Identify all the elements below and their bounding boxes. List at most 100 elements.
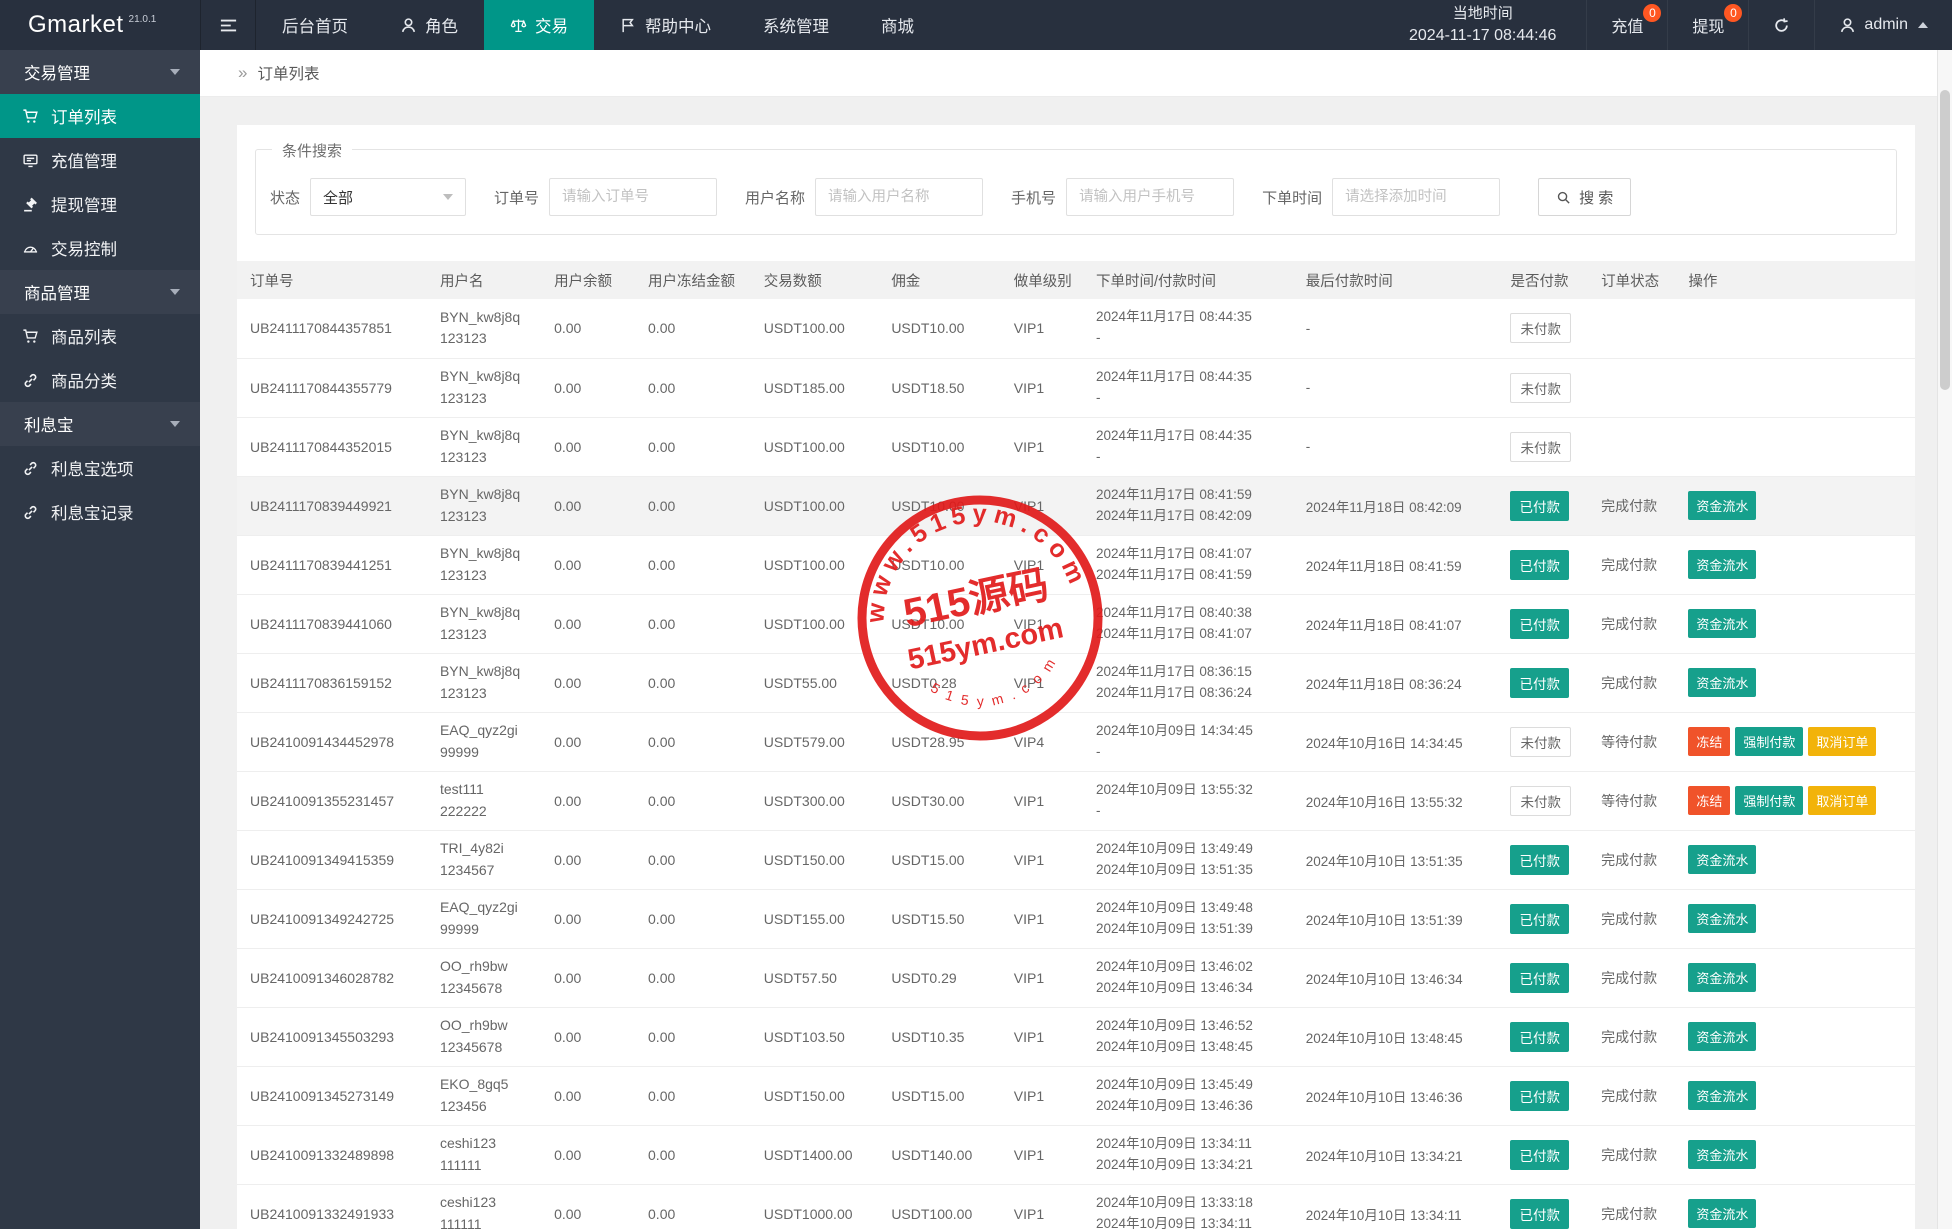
order-time-line: 2024年10月09日 13:45:49 <box>1096 1076 1253 1092</box>
order-time-cell: 2024年11月17日 08:40:38 2024年11月17日 08:41:07 <box>1086 594 1296 654</box>
filter-input-2[interactable] <box>815 178 984 216</box>
order-status-cell <box>1591 358 1679 418</box>
last-pay-time-cell: 2024年10月10日 13:46:34 <box>1295 948 1501 1008</box>
freeze-button[interactable]: 冻结 <box>1688 727 1731 756</box>
username-line: TRI_4y82i <box>439 839 504 856</box>
order-no-cell: UB2410091332489898 <box>237 1125 430 1185</box>
chevron-down-icon <box>170 69 180 75</box>
fund-flow-button[interactable]: 资金流水 <box>1688 845 1757 874</box>
filter-input-4[interactable] <box>1332 178 1501 216</box>
frozen-cell: 0.00 <box>638 889 754 949</box>
last-pay-time-cell: 2024年10月16日 13:55:32 <box>1295 771 1501 831</box>
sidebar-item-8[interactable]: 商品分类 <box>0 358 200 402</box>
sidebar-item-11[interactable]: 利息宝记录 <box>0 490 200 534</box>
table-row: UB2411170844352015 BYN_kw8j8q 123123 0.00 0.… <box>237 417 1915 477</box>
sidebar-toggle-button[interactable] <box>200 0 256 50</box>
scales-icon <box>510 17 527 34</box>
paid-cell: 已付款 <box>1500 1007 1592 1067</box>
cancel-order-button[interactable]: 取消订单 <box>1808 786 1877 815</box>
level-cell: VIP1 <box>1003 1184 1087 1229</box>
order-time-line: 2024年10月09日 13:51:39 <box>1096 920 1253 936</box>
balance-cell: 0.00 <box>544 358 639 418</box>
paid-cell: 已付款 <box>1500 830 1592 890</box>
username-line: 123123 <box>439 566 487 583</box>
level-cell: VIP1 <box>1003 417 1087 477</box>
fund-flow-button[interactable]: 资金流水 <box>1688 609 1757 638</box>
fund-flow-button[interactable]: 资金流水 <box>1688 963 1757 992</box>
withdraw-badge: 0 <box>1724 4 1743 22</box>
fund-flow-button[interactable]: 资金流水 <box>1688 1022 1757 1051</box>
order-no-cell: UB2411170836159152 <box>237 653 430 713</box>
withdraw-button[interactable]: 提现 0 <box>1667 0 1748 50</box>
nav-item-2[interactable]: 角色 <box>374 0 484 50</box>
nav-item-5[interactable]: 系统管理 <box>737 0 855 50</box>
sidebar-group-9[interactable]: 利息宝 <box>0 402 200 446</box>
fund-flow-button[interactable]: 资金流水 <box>1688 491 1757 520</box>
fund-flow-button[interactable]: 资金流水 <box>1688 904 1757 933</box>
username-line: BYN_kw8j8q <box>439 367 521 384</box>
order-status-cell: 等待付款 <box>1591 712 1679 772</box>
username-line: 123123 <box>439 684 487 701</box>
balance-cell: 0.00 <box>544 948 639 1008</box>
order-status-cell: 完成付款 <box>1591 830 1679 890</box>
freeze-button[interactable]: 冻结 <box>1688 786 1731 815</box>
last-pay-time-cell: 2024年11月18日 08:41:59 <box>1295 535 1501 595</box>
unpaid-badge: 未付款 <box>1510 431 1571 462</box>
fund-flow-button[interactable]: 资金流水 <box>1688 1199 1757 1228</box>
fund-flow-button[interactable]: 资金流水 <box>1688 1140 1757 1169</box>
sidebar-item-3[interactable]: 充值管理 <box>0 138 200 182</box>
fund-flow-button[interactable]: 资金流水 <box>1688 668 1757 697</box>
commission-cell: USDT10.00 <box>881 594 1004 654</box>
order-status-cell: 完成付款 <box>1591 948 1679 1008</box>
sidebar-item-4[interactable]: 提现管理 <box>0 182 200 226</box>
nav-item-1[interactable]: 后台首页 <box>256 0 374 50</box>
force-pay-button[interactable]: 强制付款 <box>1735 786 1804 815</box>
order-no-cell: UB2410091355231457 <box>237 771 430 831</box>
recharge-badge: 0 <box>1643 4 1662 22</box>
order-time-line: - <box>1096 743 1101 759</box>
fund-flow-button[interactable]: 资金流水 <box>1688 550 1757 579</box>
unpaid-badge: 未付款 <box>1510 785 1571 816</box>
nav-right: 当地时间 2024-11-17 08:44:46 充值 0 提现 0 admin <box>1379 0 1952 50</box>
status-select[interactable]: 全部 <box>310 178 467 216</box>
sidebar-item-5[interactable]: 交易控制 <box>0 226 200 270</box>
scrollbar-thumb[interactable] <box>1940 90 1950 390</box>
order-status-cell: 完成付款 <box>1591 594 1679 654</box>
paid-badge: 已付款 <box>1510 1198 1569 1229</box>
search-button[interactable]: 搜 索 <box>1538 178 1632 216</box>
force-pay-button[interactable]: 强制付款 <box>1735 727 1804 756</box>
refresh-button[interactable] <box>1748 0 1814 50</box>
recharge-button[interactable]: 充值 0 <box>1586 0 1667 50</box>
order-time-cell: 2024年10月09日 13:46:52 2024年10月09日 13:48:45 <box>1086 1007 1296 1067</box>
vertical-scrollbar[interactable] <box>1937 50 1952 1229</box>
fund-flow-button[interactable]: 资金流水 <box>1688 1081 1757 1110</box>
sidebar-item-label: 商品分类 <box>51 373 117 391</box>
order-time-line: 2024年11月17日 08:41:59 <box>1096 566 1252 582</box>
unpaid-badge: 未付款 <box>1510 372 1571 403</box>
amount-cell: USDT579.00 <box>753 712 882 772</box>
frozen-cell: 0.00 <box>638 1066 754 1126</box>
order-time-line: 2024年10月09日 13:51:35 <box>1096 861 1253 877</box>
balance-cell: 0.00 <box>544 594 639 654</box>
last-pay-time-cell: 2024年10月16日 14:34:45 <box>1295 712 1501 772</box>
sidebar-item-2[interactable]: 订单列表 <box>0 94 200 138</box>
cancel-order-button[interactable]: 取消订单 <box>1808 727 1877 756</box>
nav-item-6[interactable]: 商城 <box>855 0 940 50</box>
sidebar-item-7[interactable]: 商品列表 <box>0 314 200 358</box>
username-cell: BYN_kw8j8q 123123 <box>429 653 545 713</box>
filter-label: 手机号 <box>1011 189 1057 207</box>
username: admin <box>1864 16 1908 33</box>
user-menu[interactable]: admin <box>1814 0 1952 50</box>
sidebar-group-6[interactable]: 商品管理 <box>0 270 200 314</box>
filter-input-3[interactable] <box>1066 178 1235 216</box>
nav-item-4[interactable]: 帮助中心 <box>594 0 737 50</box>
order-time-cell: 2024年11月17日 08:41:59 2024年11月17日 08:42:09 <box>1086 476 1296 536</box>
sidebar-group-1[interactable]: 交易管理 <box>0 50 200 94</box>
last-pay-time-cell: 2024年11月18日 08:41:07 <box>1295 594 1501 654</box>
paid-badge: 已付款 <box>1510 549 1569 580</box>
filter-input-1[interactable] <box>549 178 718 216</box>
nav-item-3[interactable]: 交易 <box>484 0 594 50</box>
level-cell: VIP4 <box>1003 712 1087 772</box>
sidebar-item-10[interactable]: 利息宝选项 <box>0 446 200 490</box>
sidebar-group-label: 商品管理 <box>24 285 90 303</box>
